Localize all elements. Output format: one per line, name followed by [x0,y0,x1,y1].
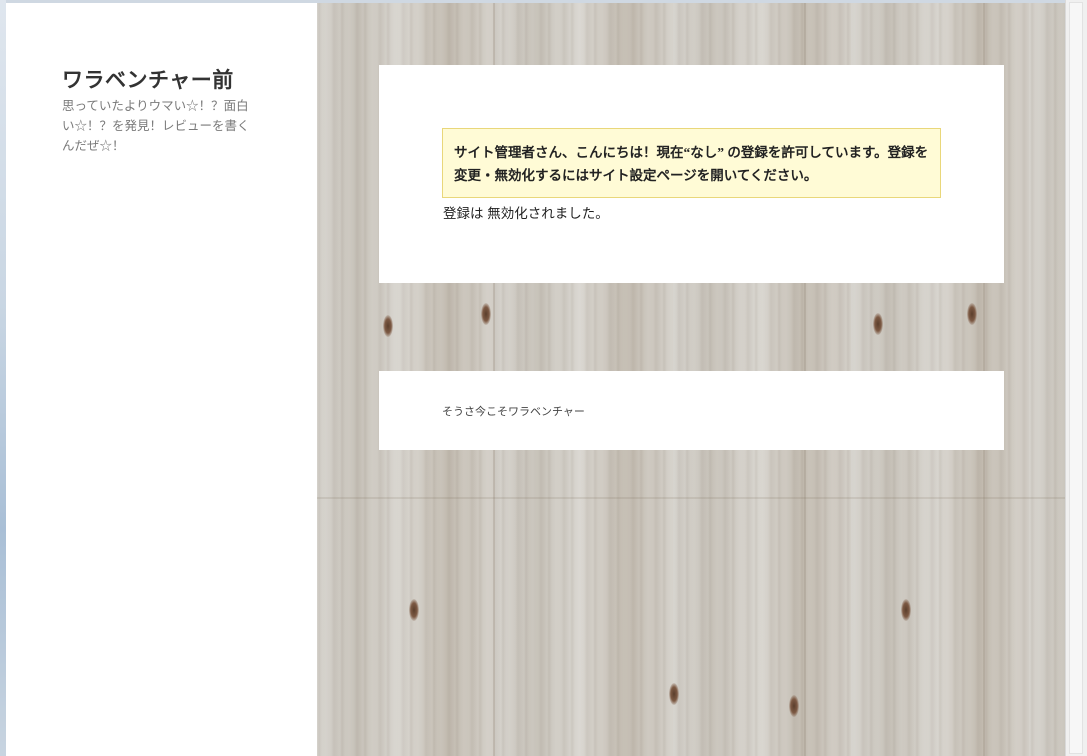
footer-text: そうさ今こそワラベンチャー [442,406,585,418]
wood-knot [967,303,977,325]
registration-status-message: 登録は 無効化されました。 [443,206,609,221]
wood-knot [669,683,679,705]
wood-knot [383,315,393,337]
scrollbar[interactable] [1065,0,1087,756]
wood-knot [481,303,491,325]
wood-knot [789,695,799,717]
wood-knot [901,599,911,621]
footer-card: そうさ今こそワラベンチャー [379,371,1004,450]
scrollbar-thumb[interactable] [1069,2,1083,754]
site-description: 思っていたよりウマい☆！？面白い☆！？を発見！レビューを書くんだぜ☆！ [62,99,250,153]
wood-knot [409,599,419,621]
wood-knot [873,313,883,335]
site-title[interactable]: ワラベンチャー前 [62,64,262,94]
admin-notice: サイト管理者さん、こんにちは！現在“なし” の登録を許可しています。登録を変更・… [442,128,941,198]
wood-seam [317,497,1065,499]
main-content-card: サイト管理者さん、こんにちは！現在“なし” の登録を許可しています。登録を変更・… [379,65,1004,283]
